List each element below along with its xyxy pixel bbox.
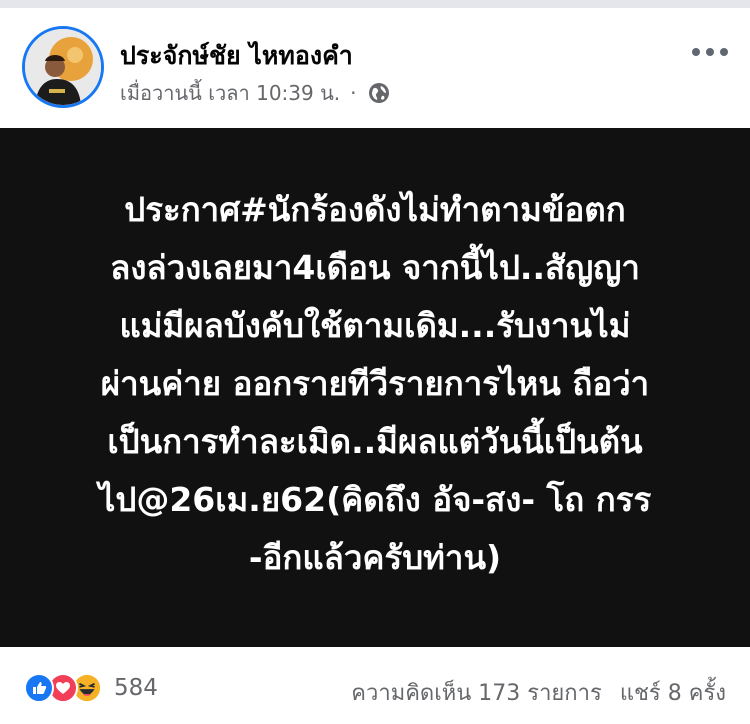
post-line: แม่มีผลบังคับใช้ตามเดิม...รับงานไม่: [119, 305, 631, 345]
avatar[interactable]: [22, 26, 104, 108]
post-header: ประจักษ์ชัย ไหทองคำ เมื่อวานนี้ เวลา 10:…: [0, 8, 750, 128]
post-footer: 584 ความคิดเห็น 173 รายการ แชร์ 8 ครั้ง: [0, 647, 750, 724]
post-line: ไป@26เม.ย62(คิดถึง อัจ-สง- โถ กรร: [98, 479, 652, 519]
post-line: ประกาศ#นักร้องดังไม่ทำตามข้อตก: [124, 189, 626, 229]
author-name[interactable]: ประจักษ์ชัย ไหทองคำ: [120, 36, 353, 76]
engagement-stats: ความคิดเห็น 173 รายการ แชร์ 8 ครั้ง: [351, 675, 726, 710]
post-line: ลงล่วงเลยมา4เดือน จากนี้ไป..สัญญา: [110, 247, 640, 287]
post-timestamp[interactable]: เมื่อวานนี้ เวลา 10:39 น.: [120, 77, 340, 109]
like-icon: [24, 673, 54, 703]
post-line: -อีกแล้วครับท่าน): [248, 537, 502, 577]
post-meta: เมื่อวานนี้ เวลา 10:39 น. ·: [120, 77, 391, 109]
avatar-photo: [25, 29, 101, 105]
post-line: เป็นการทำละเมิด..มีผลแต่วันนี้เป็นต้น: [107, 421, 643, 461]
reaction-summary[interactable]: 584: [24, 673, 158, 703]
comment-count[interactable]: ความคิดเห็น 173 รายการ: [351, 675, 602, 710]
more-options-icon[interactable]: [692, 48, 728, 56]
post-line: ผ่านค่าย ออกรายทีวีรายการไหน ถือว่า: [100, 363, 650, 403]
meta-separator: ·: [350, 81, 357, 105]
post-text: ประกาศ#นักร้องดังไม่ทำตามข้อตก ลงล่วงเลย…: [25, 181, 725, 587]
top-divider: [0, 0, 750, 8]
reaction-count: 584: [114, 675, 158, 701]
post-content: ประกาศ#นักร้องดังไม่ทำตามข้อตก ลงล่วงเลย…: [0, 128, 750, 647]
globe-icon: [368, 83, 389, 103]
share-count[interactable]: แชร์ 8 ครั้ง: [620, 675, 726, 710]
